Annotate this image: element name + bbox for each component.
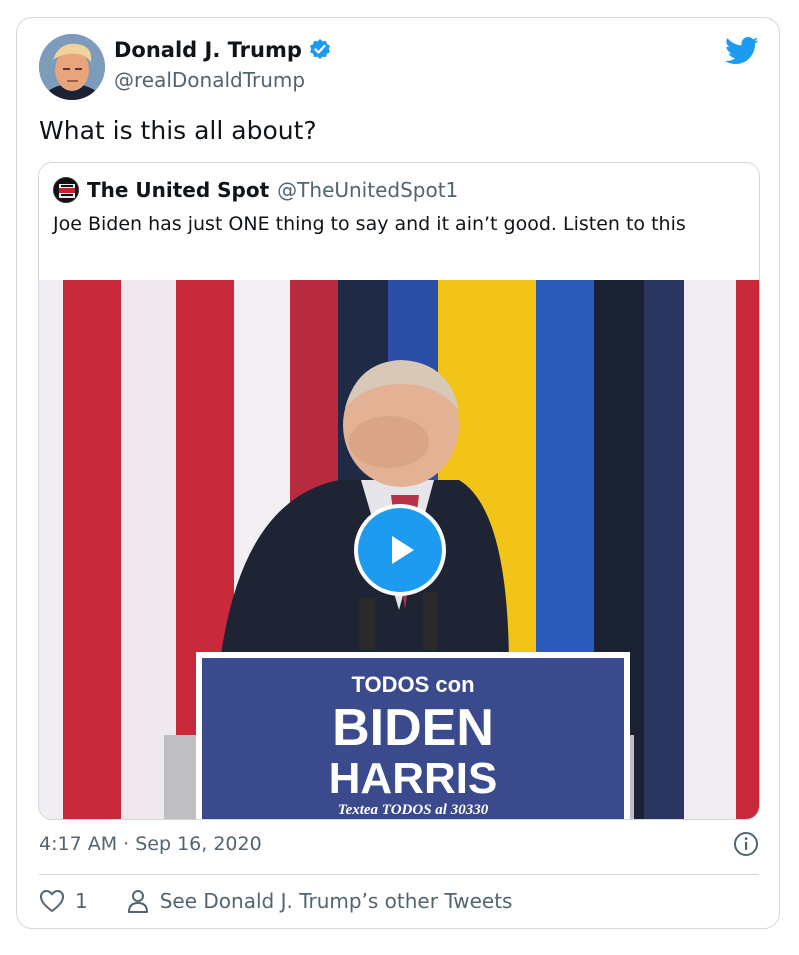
sign-line3: HARRIS <box>329 754 498 803</box>
person-icon <box>127 890 148 913</box>
quoted-tweet-text: Joe Biden has just ONE thing to say and … <box>53 213 686 235</box>
sign-line4: Textea TODOS al 30330 <box>338 802 489 818</box>
info-icon[interactable] <box>733 831 759 857</box>
author-name-row[interactable]: Donald J. Trump <box>114 38 332 62</box>
author-handle[interactable]: @realDonaldTrump <box>114 68 305 92</box>
quoted-author-name[interactable]: The United Spot <box>87 178 269 202</box>
tweet-card[interactable]: Donald J. Trump @realDonaldTrump What is… <box>16 17 780 929</box>
quoted-tweet-header: The United Spot @TheUnitedSpot1 <box>53 177 458 203</box>
tweet-timestamp[interactable]: 4:17 AM · Sep 16, 2020 <box>39 833 262 855</box>
play-button[interactable] <box>354 504 446 596</box>
video-player[interactable]: TODOS con BIDEN HARRIS Textea TODOS al 3… <box>39 280 759 819</box>
author-avatar[interactable] <box>39 34 105 100</box>
action-bar: 1 See Donald J. Trump’s other Tweets <box>39 888 512 914</box>
quoted-tweet[interactable]: The United Spot @TheUnitedSpot1 Joe Bide… <box>38 162 760 820</box>
author-name[interactable]: Donald J. Trump <box>114 38 302 62</box>
sign-line2: BIDEN <box>332 699 494 757</box>
play-icon <box>392 536 414 564</box>
like-count: 1 <box>75 889 88 913</box>
other-tweets-link[interactable]: See Donald J. Trump’s other Tweets <box>126 888 513 914</box>
quoted-author-handle[interactable]: @TheUnitedSpot1 <box>277 178 458 202</box>
like-button[interactable]: 1 <box>39 889 126 913</box>
twitter-bird-icon[interactable] <box>725 36 759 66</box>
verified-badge-icon <box>308 38 332 62</box>
tweet-text: What is this all about? <box>39 116 317 145</box>
sign-line1: TODOS con <box>351 672 474 697</box>
quoted-author-avatar[interactable] <box>53 177 79 203</box>
divider <box>39 874 759 875</box>
heart-icon <box>40 890 64 912</box>
other-tweets-label[interactable]: See Donald J. Trump’s other Tweets <box>160 889 513 913</box>
